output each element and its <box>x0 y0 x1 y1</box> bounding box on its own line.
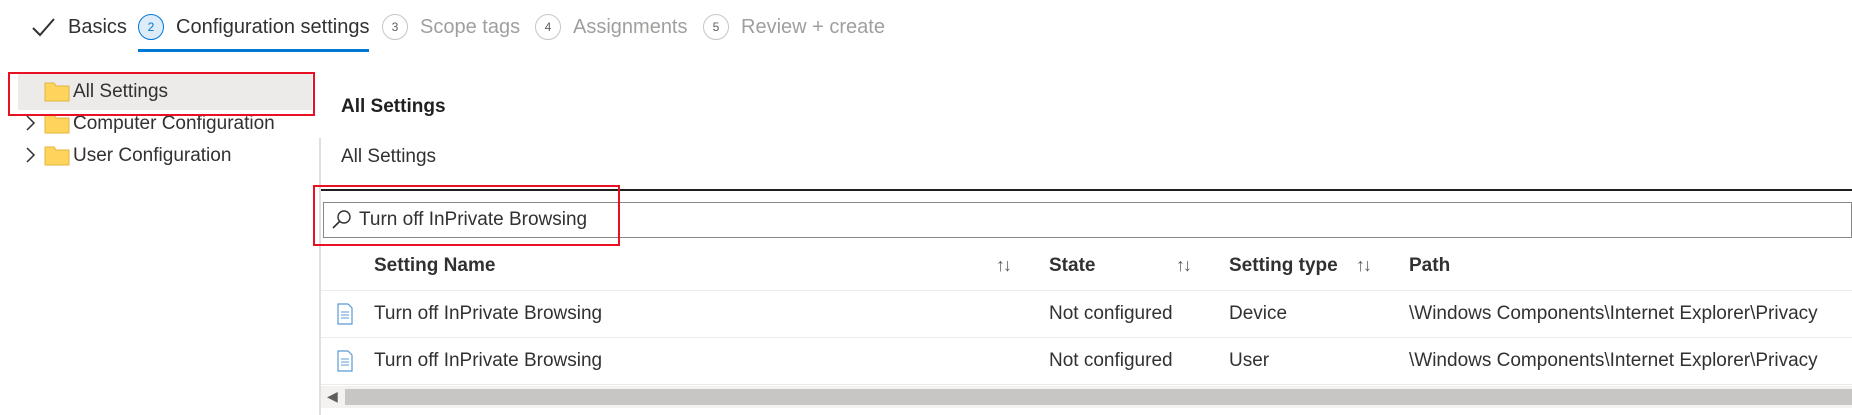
column-header-setting-name[interactable]: Setting Name <box>374 255 495 277</box>
highlight-box-search <box>313 185 620 246</box>
tree-item-label: User Configuration <box>73 145 232 166</box>
highlight-box-all-settings <box>8 72 315 116</box>
column-header-setting-type[interactable]: Setting type <box>1229 255 1338 277</box>
cell-setting-type: User <box>1229 350 1270 371</box>
chevron-right-icon[interactable] <box>24 145 38 165</box>
step-label: Scope tags <box>420 15 521 38</box>
step-number: 3 <box>382 14 408 40</box>
table-row[interactable]: Turn off InPrivate Browsing Not configur… <box>321 338 1852 385</box>
sort-icon[interactable]: ↑↓ <box>996 255 1012 276</box>
step-configuration-settings[interactable]: 2 Configuration settings <box>138 0 370 54</box>
horizontal-scrollbar[interactable]: ◀ <box>321 386 1852 408</box>
step-scope-tags[interactable]: 3 Scope tags <box>382 0 520 54</box>
table-header: Setting Name ↑↓ State ↑↓ Setting type ↑↓… <box>321 245 1852 291</box>
cell-setting-name[interactable]: Turn off InPrivate Browsing <box>374 303 602 325</box>
breadcrumb: All Settings <box>341 146 437 167</box>
column-header-path[interactable]: Path <box>1409 255 1450 277</box>
document-icon <box>337 303 353 325</box>
document-icon <box>337 350 353 372</box>
sort-icon[interactable]: ↑↓ <box>1176 255 1192 276</box>
tree-item-user-configuration[interactable]: User Configuration <box>0 136 318 174</box>
cell-state: Not configured <box>1049 350 1173 371</box>
step-label: Review + create <box>741 15 885 38</box>
sort-icon[interactable]: ↑↓ <box>1356 255 1372 276</box>
cell-setting-name[interactable]: Turn off InPrivate Browsing <box>374 350 602 372</box>
scroll-left-icon[interactable]: ◀ <box>327 388 338 405</box>
cell-path: \Windows Components\Internet Explorer\Pr… <box>1409 350 1818 371</box>
table-row[interactable]: Turn off InPrivate Browsing Not configur… <box>321 291 1852 338</box>
step-label: Basics <box>68 15 127 38</box>
tree-item-label: Computer Configuration <box>73 113 275 134</box>
wizard-steps: Basics 2 Configuration settings 3 Scope … <box>0 0 1852 54</box>
cell-path: \Windows Components\Internet Explorer\Pr… <box>1409 303 1818 324</box>
chevron-right-icon[interactable] <box>24 113 38 133</box>
step-review-create[interactable]: 5 Review + create <box>703 0 885 54</box>
column-header-state[interactable]: State <box>1049 255 1095 277</box>
folder-icon <box>44 146 70 166</box>
step-label: Configuration settings <box>176 15 370 38</box>
check-icon <box>30 14 56 40</box>
panel-title: All Settings <box>341 96 446 117</box>
cell-setting-type: Device <box>1229 303 1288 324</box>
scrollbar-thumb[interactable] <box>345 389 1852 405</box>
step-label: Assignments <box>573 15 688 38</box>
step-number: 2 <box>138 14 164 40</box>
step-number: 4 <box>535 14 561 40</box>
cell-state: Not configured <box>1049 303 1173 324</box>
step-basics[interactable]: Basics <box>26 0 127 54</box>
step-number: 5 <box>703 14 729 40</box>
step-assignments[interactable]: 4 Assignments <box>535 0 688 54</box>
